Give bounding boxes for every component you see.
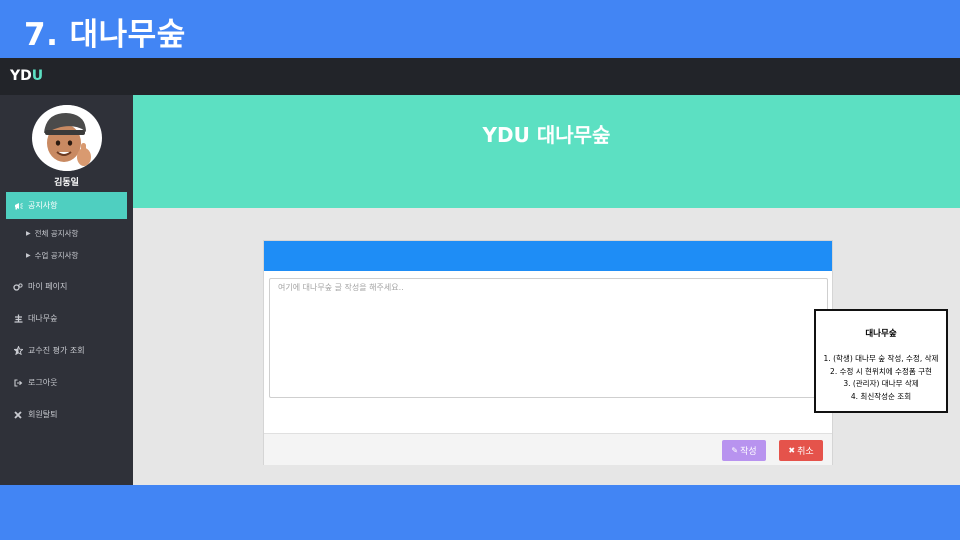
caret-right-icon: ▶: [26, 230, 31, 237]
cancel-button[interactable]: ✖ 취소: [779, 440, 823, 461]
card-header: [264, 241, 832, 271]
memoji-avatar-icon: [34, 105, 100, 171]
sidebar-item-label: 대나무숲: [28, 314, 58, 323]
sign-out-icon: [12, 378, 24, 387]
app-window: YDU 김동일 공지사항 ▶ 전체 공지사항 ▶ 수업 공지사항 마이 페이지 …: [0, 58, 960, 485]
card-footer: ✎ 작성 ✖ 취소: [264, 433, 832, 465]
write-button-label: 작성: [740, 447, 757, 457]
sidebar-item-label: 회원탈퇴: [28, 410, 58, 419]
slide-header: 7. 대나무숲: [0, 0, 960, 57]
sidebar-subitem-label: 수업 공지사항: [34, 251, 79, 260]
sidebar-item-label: 교수진 평가 조회: [28, 346, 85, 355]
sidebar-item-label: 로그아웃: [28, 378, 58, 387]
sidebar-item-notice[interactable]: 공지사항: [6, 192, 127, 219]
slide-footer: [0, 485, 960, 540]
sidebar-item-label: 마이 페이지: [28, 282, 68, 291]
sidebar-item-logout[interactable]: 로그아웃: [6, 369, 127, 396]
note-line: 1. (학생) 대나무 숲 작성, 수정, 삭제: [823, 354, 939, 363]
note-line: 4. 최신작성순 조회: [850, 391, 912, 401]
note-line: 3. (관리자) 대나무 삭제: [843, 379, 919, 388]
avatar: [32, 105, 102, 171]
brand-logo[interactable]: YDU: [10, 68, 43, 84]
slide-title: 7. 대나무숲: [24, 17, 186, 53]
username: 김동일: [54, 178, 79, 188]
post-editor-card: ✎ 작성 ✖ 취소: [263, 240, 833, 465]
note-list: 1. (학생) 대나무 숲 작성, 수정, 삭제 2. 수정 시 현위치에 수정…: [816, 353, 946, 403]
sidebar-item-withdraw[interactable]: 회원탈퇴: [6, 401, 127, 428]
bamboo-icon: [12, 314, 24, 323]
sidebar: 김동일 공지사항 ▶ 전체 공지사항 ▶ 수업 공지사항 마이 페이지 대나무숲: [0, 95, 133, 485]
sidebar-item-bamboo[interactable]: 대나무숲: [6, 305, 127, 332]
pencil-icon: ✎: [731, 446, 739, 455]
note-title: 대나무숲: [865, 329, 897, 339]
cogs-icon: [12, 282, 24, 291]
sidebar-subitem-label: 전체 공지사항: [34, 229, 79, 238]
page-title: YDU 대나무숲: [482, 123, 611, 147]
sidebar-item-mypage[interactable]: 마이 페이지: [6, 273, 127, 300]
sidebar-item-label: 공지사항: [28, 201, 58, 210]
megaphone-icon: [12, 202, 24, 210]
sidebar-subitem-class-notices[interactable]: ▶ 수업 공지사항: [26, 250, 78, 261]
star-half-icon: [12, 346, 24, 355]
post-content-textarea[interactable]: [269, 278, 828, 398]
caret-right-icon: ▶: [26, 252, 31, 259]
sidebar-item-professor-eval[interactable]: 교수진 평가 조회: [6, 337, 127, 364]
top-navbar: YDU: [0, 58, 960, 95]
hero-banner: YDU 대나무숲: [133, 95, 960, 208]
note-line: 2. 수정 시 현위치에 수정폼 구현: [830, 366, 932, 376]
sidebar-subitem-all-notices[interactable]: ▶ 전체 공지사항: [26, 228, 78, 239]
feature-notes-box: 대나무숲 1. (학생) 대나무 숲 작성, 수정, 삭제 2. 수정 시 현위…: [814, 309, 948, 413]
brand-accent: U: [31, 68, 44, 84]
write-button[interactable]: ✎ 작성: [722, 440, 766, 461]
cancel-button-label: 취소: [797, 447, 814, 457]
close-icon: [12, 410, 24, 419]
close-icon: ✖: [788, 446, 796, 455]
brand-main: YD: [10, 68, 32, 84]
